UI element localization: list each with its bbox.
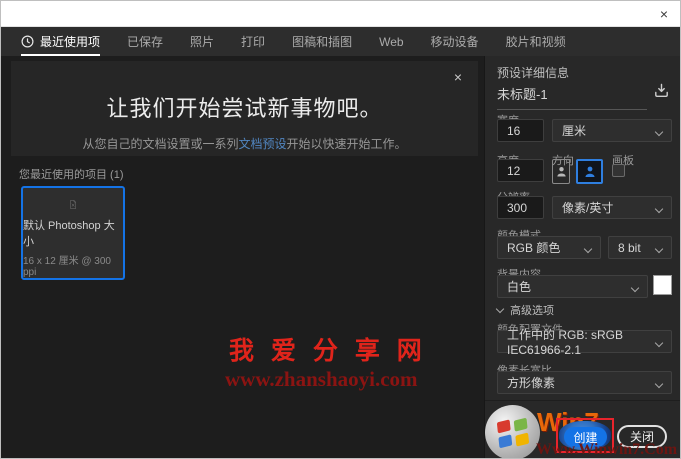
- tab-web[interactable]: Web: [379, 27, 403, 56]
- document-presets-link[interactable]: 文档预设: [238, 137, 286, 151]
- recent-content-area: × 让我们开始尝试新事物吧。 从您自己的文档设置或一系列文档预设开始以快速开始工…: [1, 56, 484, 458]
- tab-photo[interactable]: 照片: [190, 27, 214, 56]
- advanced-options-toggle[interactable]: 高级选项: [495, 302, 554, 318]
- panel-title: 预设详细信息: [497, 66, 570, 80]
- new-document-dialog: × 最近使用项 已保存 照片 打印 图稿和插图 Web 移动设备 胶片和视频 ×…: [0, 0, 681, 459]
- tab-saved[interactable]: 已保存: [127, 27, 163, 56]
- resolution-unit-dropdown[interactable]: 像素/英寸: [552, 196, 672, 219]
- panel-footer-divider: [485, 400, 680, 401]
- preset-details-panel: 预设详细信息 未标题-1 宽度 厘米 高度 方向 画板 分辨率 像素/英寸 颜色…: [484, 56, 680, 458]
- chevron-down-icon: [630, 283, 640, 293]
- banner-title: 让我们开始尝试新事物吧。: [106, 96, 383, 121]
- tab-mobile[interactable]: 移动设备: [431, 27, 479, 56]
- watermark-site-name: 我 爱 分 享 网: [229, 337, 427, 365]
- color-mode-value: RGB 颜色: [507, 241, 561, 255]
- clock-icon: [21, 35, 34, 48]
- height-input[interactable]: [497, 159, 544, 182]
- tab-label: 图稿和插图: [292, 35, 353, 49]
- width-unit-dropdown[interactable]: 厘米: [552, 119, 672, 142]
- tab-label: 最近使用项: [40, 35, 101, 49]
- banner-subtitle-post: 开始以快速开始工作。: [286, 137, 407, 151]
- chevron-down-icon: [583, 244, 593, 254]
- recent-file-title: 默认 Photoshop 大小: [23, 220, 115, 248]
- recent-file-card[interactable]: 默认 Photoshop 大小 16 x 12 厘米 @ 300 ppi: [21, 186, 125, 280]
- background-color-swatch[interactable]: [653, 275, 672, 295]
- banner-subtitle-pre: 从您自己的文档设置或一系列: [82, 137, 239, 151]
- tab-label: 已保存: [127, 35, 164, 49]
- background-dropdown[interactable]: 白色: [497, 275, 648, 298]
- chevron-down-icon: [654, 244, 664, 254]
- width-input[interactable]: [497, 119, 544, 142]
- tab-label: 照片: [190, 35, 215, 49]
- tab-recent[interactable]: 最近使用项: [21, 27, 101, 56]
- windows-flag-icon: [496, 417, 529, 448]
- recent-file-size: 16 x 12 厘米 @ 300 ppi: [23, 256, 111, 278]
- advanced-options-label: 高级选项: [510, 305, 554, 317]
- resolution-unit-value: 像素/英寸: [562, 201, 614, 215]
- bit-depth-value: 8 bit: [618, 240, 641, 255]
- banner-subtitle: 从您自己的文档设置或一系列文档预设开始以快速开始工作。: [11, 135, 478, 152]
- artboard-checkbox[interactable]: [612, 164, 625, 177]
- tab-label: Web: [379, 34, 404, 49]
- orientation-portrait-icon[interactable]: [552, 159, 570, 184]
- chevron-down-icon: [654, 127, 664, 137]
- color-mode-dropdown[interactable]: RGB 颜色: [497, 236, 601, 259]
- watermark-site-url: www.zhanshaoyi.com: [225, 367, 418, 391]
- banner-close-icon[interactable]: ×: [450, 69, 466, 85]
- width-unit-value: 厘米: [562, 124, 587, 138]
- watermark-corner-url: Www.Winwin7.Com: [536, 441, 678, 458]
- dialog-body: × 让我们开始尝试新事物吧。 从您自己的文档设置或一系列文档预设开始以快速开始工…: [1, 56, 680, 458]
- tab-label: 移动设备: [430, 35, 479, 49]
- color-profile-dropdown[interactable]: 工作中的 RGB: sRGB IEC61966-2.1: [497, 328, 672, 357]
- tab-label: 打印: [241, 35, 266, 49]
- tab-art-illustration[interactable]: 图稿和插图: [292, 27, 352, 56]
- pixel-aspect-value: 方形像素: [507, 376, 556, 390]
- tab-bar: 最近使用项 已保存 照片 打印 图稿和插图 Web 移动设备 胶片和视频: [1, 27, 680, 56]
- chevron-down-icon: [654, 204, 664, 214]
- window-close-icon[interactable]: ×: [655, 5, 673, 23]
- recent-section-label: 您最近使用的项目 (1): [19, 169, 124, 181]
- document-x-icon: [70, 200, 76, 209]
- save-preset-icon[interactable]: [653, 82, 670, 104]
- titlebar: ×: [1, 1, 680, 27]
- windows-logo-watermark: [485, 405, 540, 458]
- welcome-banner: × 让我们开始尝试新事物吧。 从您自己的文档设置或一系列文档预设开始以快速开始工…: [11, 61, 478, 156]
- document-name-field[interactable]: 未标题-1: [497, 84, 647, 110]
- tab-print[interactable]: 打印: [241, 27, 265, 56]
- tab-film-video[interactable]: 胶片和视频: [506, 27, 566, 56]
- color-profile-value: 工作中的 RGB: sRGB IEC61966-2.1: [507, 328, 624, 357]
- chevron-down-icon: [495, 304, 505, 314]
- orientation-landscape-icon[interactable]: [576, 159, 603, 184]
- bit-depth-dropdown[interactable]: 8 bit: [608, 236, 672, 259]
- tab-label: 胶片和视频: [505, 35, 566, 49]
- background-value: 白色: [507, 280, 532, 294]
- resolution-input[interactable]: [497, 196, 544, 219]
- chevron-down-icon: [654, 379, 664, 389]
- pixel-aspect-dropdown[interactable]: 方形像素: [497, 371, 672, 394]
